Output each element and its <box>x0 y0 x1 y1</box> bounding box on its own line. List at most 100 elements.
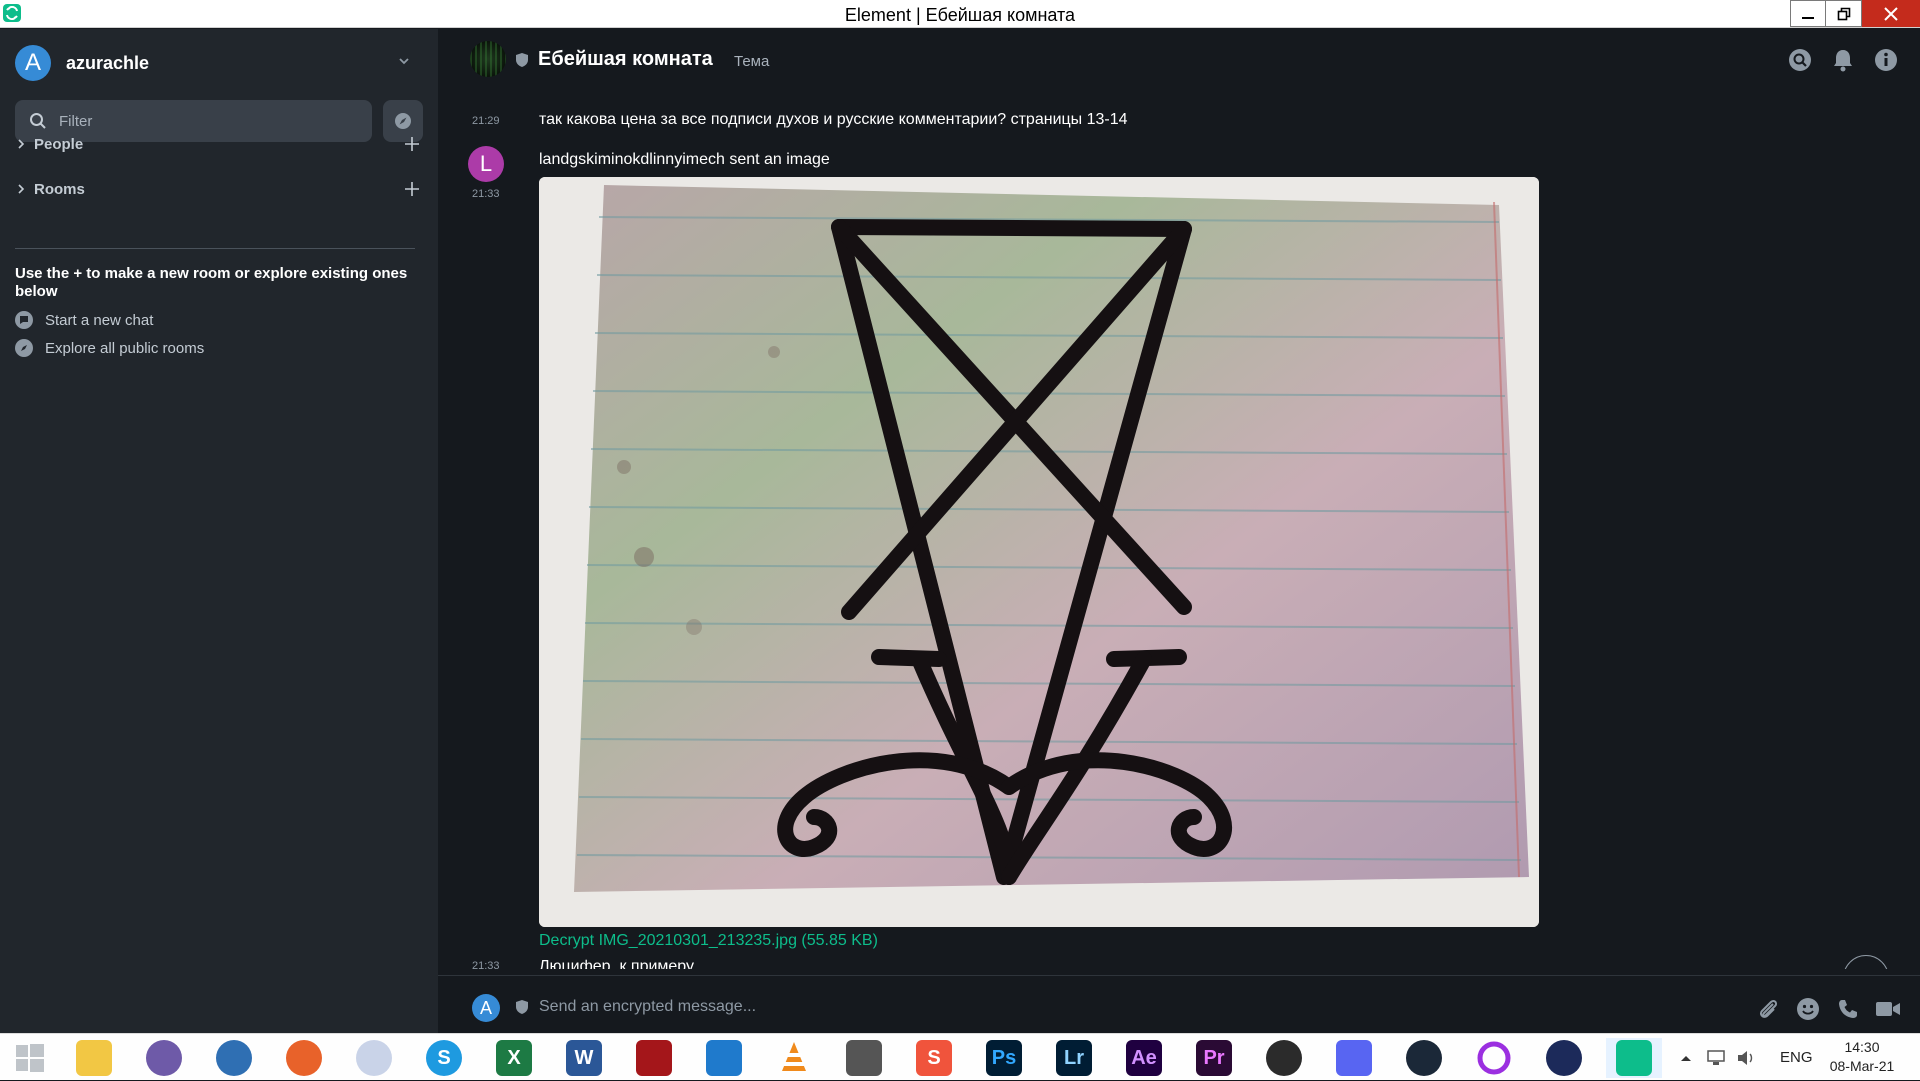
sidebar-section-rooms[interactable]: Rooms <box>15 178 423 200</box>
start-new-chat-link[interactable]: Start a new chat <box>15 310 153 330</box>
volume-icon[interactable] <box>1736 1049 1758 1067</box>
notifications-button[interactable] <box>1830 47 1856 73</box>
shield-icon <box>516 1000 528 1014</box>
app-6-taskbar-icon[interactable] <box>346 1038 402 1078</box>
decrypt-attachment-link[interactable]: Decrypt IMG_20210301_213235.jpg (55.85 K… <box>539 932 878 950</box>
lightroom-taskbar-icon[interactable]: Lr <box>1046 1038 1102 1078</box>
downloader-taskbar-icon[interactable] <box>836 1038 892 1078</box>
premiere-taskbar-icon[interactable]: Pr <box>1186 1038 1242 1078</box>
vscode-taskbar-icon[interactable] <box>696 1038 752 1078</box>
element-taskbar-icon[interactable] <box>1606 1038 1662 1078</box>
clock[interactable]: 14:30 08-Mar-21 <box>1812 1038 1912 1076</box>
room-name[interactable]: Ебейшая комната <box>538 48 713 71</box>
clock-date: 08-Mar-21 <box>1829 1058 1895 1074</box>
voice-call-button[interactable] <box>1834 995 1862 1023</box>
windows-logo-icon <box>16 1044 44 1072</box>
message-input[interactable]: Send an encrypted message... <box>539 998 756 1016</box>
element-icon <box>1616 1040 1652 1076</box>
emoji-icon <box>1797 998 1819 1020</box>
attach-file-button[interactable] <box>1754 995 1782 1023</box>
minimize-button[interactable] <box>1790 0 1826 27</box>
after-effects-icon: Ae <box>1126 1040 1162 1076</box>
app-4-taskbar-icon[interactable] <box>206 1038 262 1078</box>
room-avatar[interactable] <box>470 41 506 77</box>
steam-icon <box>1406 1040 1442 1076</box>
message-body: landgskiminokdlinnyimech sent an image <box>539 151 830 168</box>
app-s-taskbar-icon[interactable]: S <box>906 1038 962 1078</box>
lightroom-icon: Lr <box>1056 1040 1092 1076</box>
vpn-taskbar-icon[interactable] <box>1536 1038 1592 1078</box>
search-icon <box>30 113 46 129</box>
close-button[interactable] <box>1862 0 1920 27</box>
message-timestamp: 21:33 <box>472 188 500 200</box>
chevron-right-icon <box>18 184 25 194</box>
link-label[interactable]: Explore all public rooms <box>45 340 204 357</box>
section-label: Rooms <box>34 180 85 198</box>
section-label: People <box>34 135 84 153</box>
emoji-button[interactable] <box>1794 995 1822 1023</box>
sender-avatar[interactable]: L <box>468 146 504 182</box>
paperclip-icon <box>1759 999 1778 1018</box>
app-3-taskbar-icon[interactable] <box>136 1038 192 1078</box>
message-timeline[interactable]: 21:29 так какова цена за все подписи дух… <box>438 89 1920 969</box>
avatar[interactable]: A <box>15 45 51 81</box>
folder-icon <box>76 1040 112 1076</box>
message-timestamp: 21:29 <box>472 115 500 127</box>
chat-bubble-icon <box>15 311 33 329</box>
windows-taskbar: S X W S Ps Lr Ae Pr ENG 14:30 08-Mar-21 <box>0 1033 1920 1080</box>
start-button[interactable] <box>2 1038 58 1078</box>
video-call-button[interactable] <box>1874 995 1902 1023</box>
skype-icon: S <box>426 1040 462 1076</box>
explore-public-rooms-link[interactable]: Explore all public rooms <box>15 338 204 358</box>
spiral-app-icon <box>146 1040 182 1076</box>
orb-app-icon <box>356 1040 392 1076</box>
link-label[interactable]: Start a new chat <box>45 312 153 329</box>
excel-icon: X <box>496 1040 532 1076</box>
jump-to-bottom-button[interactable] <box>1843 955 1889 969</box>
room-topic[interactable]: Тема <box>734 53 769 70</box>
vlc-cone-icon <box>782 1042 806 1071</box>
room-search-button[interactable] <box>1787 47 1813 73</box>
chevron-up-icon[interactable] <box>1680 1054 1692 1062</box>
excel-taskbar-icon[interactable]: X <box>486 1038 542 1078</box>
room-view: Ебейшая комната Тема 21:29 так какова це… <box>438 29 1920 1033</box>
plus-icon <box>405 137 419 151</box>
message-composer: A Send an encrypted message... <box>438 975 1920 1033</box>
message-body: Люцифер, к примеру <box>539 958 695 969</box>
user-menu[interactable]: A azurachle <box>15 45 149 81</box>
after-effects-taskbar-icon[interactable]: Ae <box>1116 1038 1172 1078</box>
restore-button[interactable] <box>1826 0 1862 27</box>
system-tray: ENG <box>1680 1034 1813 1081</box>
image-attachment[interactable] <box>539 177 1539 927</box>
compass-icon <box>15 339 33 357</box>
filter-placeholder: Filter <box>59 112 93 130</box>
chevron-down-icon[interactable] <box>398 57 410 65</box>
file-explorer-taskbar-icon[interactable] <box>66 1038 122 1078</box>
ring-app-taskbar-icon[interactable] <box>1466 1038 1522 1078</box>
word-taskbar-icon[interactable]: W <box>556 1038 612 1078</box>
firefox-taskbar-icon[interactable] <box>276 1038 332 1078</box>
discord-taskbar-icon[interactable] <box>1326 1038 1382 1078</box>
network-icon[interactable] <box>1706 1049 1728 1067</box>
add-room-button[interactable] <box>401 178 423 200</box>
sidebar-section-people[interactable]: People <box>15 133 423 155</box>
message-timestamp: 21:33 <box>472 960 500 969</box>
firefox-icon <box>286 1040 322 1076</box>
input-language[interactable]: ENG <box>1780 1049 1813 1066</box>
phone-icon <box>1839 1000 1857 1018</box>
vlc-taskbar-icon[interactable] <box>766 1038 822 1078</box>
add-person-button[interactable] <box>401 133 423 155</box>
acrobat-taskbar-icon[interactable] <box>626 1038 682 1078</box>
vscode-icon <box>706 1040 742 1076</box>
skype-taskbar-icon[interactable]: S <box>416 1038 472 1078</box>
steam-taskbar-icon[interactable] <box>1396 1038 1452 1078</box>
room-header: Ебейшая комната Тема <box>438 29 1920 89</box>
obs-taskbar-icon[interactable] <box>1256 1038 1312 1078</box>
shield-icon <box>516 53 528 67</box>
photoshop-taskbar-icon[interactable]: Ps <box>976 1038 1032 1078</box>
room-info-button[interactable] <box>1873 47 1899 73</box>
divider <box>15 248 415 249</box>
bell-icon <box>1834 50 1852 72</box>
user-name[interactable]: azurachle <box>66 53 149 74</box>
acrobat-icon <box>636 1040 672 1076</box>
